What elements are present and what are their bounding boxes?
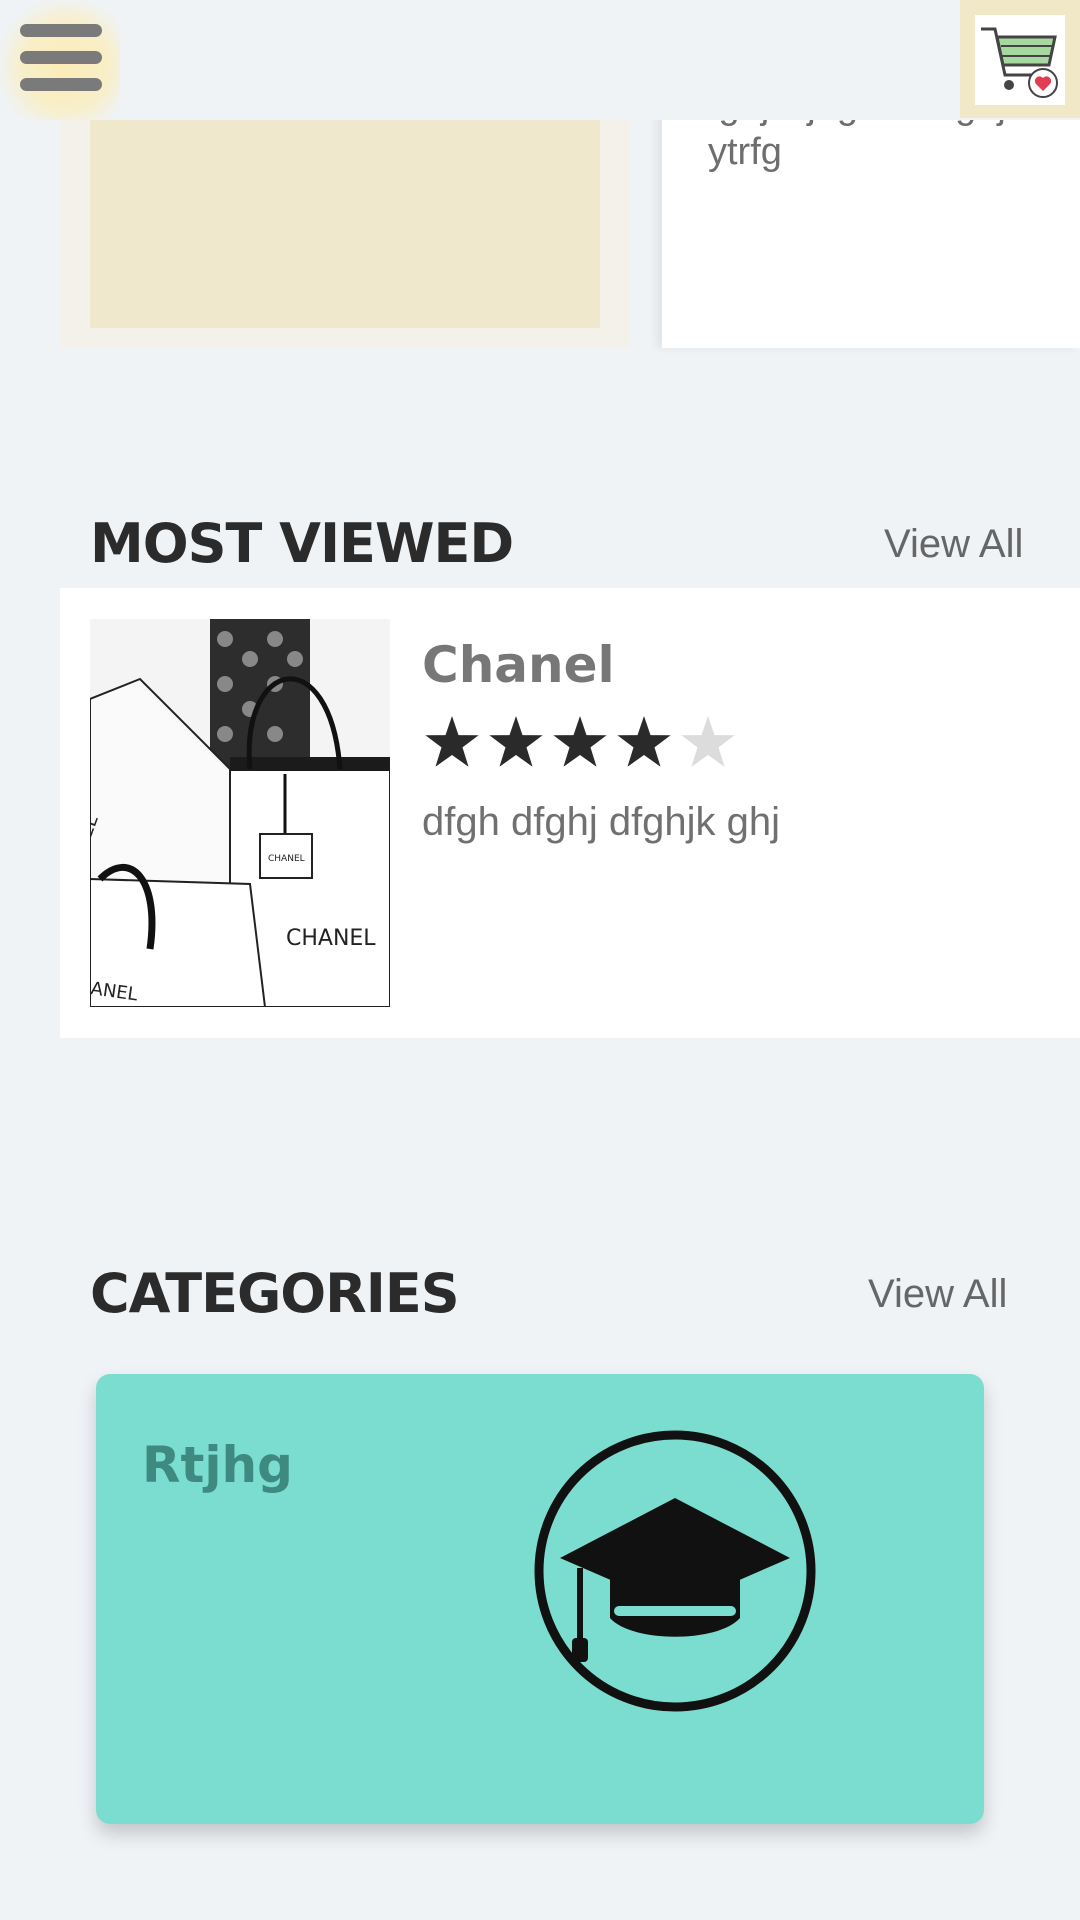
categories-view-all-link[interactable]: View All [868,1272,1007,1317]
categories-title: CATEGORIES [90,1262,460,1325]
svg-text:CHANEL: CHANEL [268,854,305,864]
most-viewed-view-all-link[interactable]: View All [884,522,1023,567]
product-rating [422,714,762,770]
star-filled-icon [553,716,607,767]
featured-text-line: ytrfg [708,131,782,173]
featured-card[interactable] [60,110,630,348]
featured-card-text: fghjkkjhgfddertghju ytrfg [708,110,1080,206]
product-description: dfgh dfghj dfghjk ghj [422,800,781,844]
star-filled-icon [489,716,543,767]
product-card[interactable]: CHANEL CHANEL ANEL EL Chanel dfgh dfghj … [60,588,1080,1038]
product-image: CHANEL CHANEL ANEL EL [90,619,390,1007]
star-filled-icon [425,716,479,767]
featured-card[interactable]: fghjkkjhgfddertghju ytrfg [662,110,1080,348]
top-bar [0,0,1080,120]
shopping-cart-heart-icon [975,15,1065,105]
cart-button[interactable] [960,0,1080,118]
most-viewed-title: MOST VIEWED [90,512,514,575]
hamburger-menu-icon[interactable] [0,0,120,120]
star-empty-icon [681,716,735,767]
category-card[interactable]: Rtjhg [96,1374,984,1824]
featured-card-image [90,118,600,328]
svg-text:CHANEL: CHANEL [286,926,376,951]
graduation-cap-icon [532,1428,818,1714]
category-name: Rtjhg [142,1436,293,1494]
star-filled-icon [617,716,671,767]
product-name: Chanel [422,636,615,694]
